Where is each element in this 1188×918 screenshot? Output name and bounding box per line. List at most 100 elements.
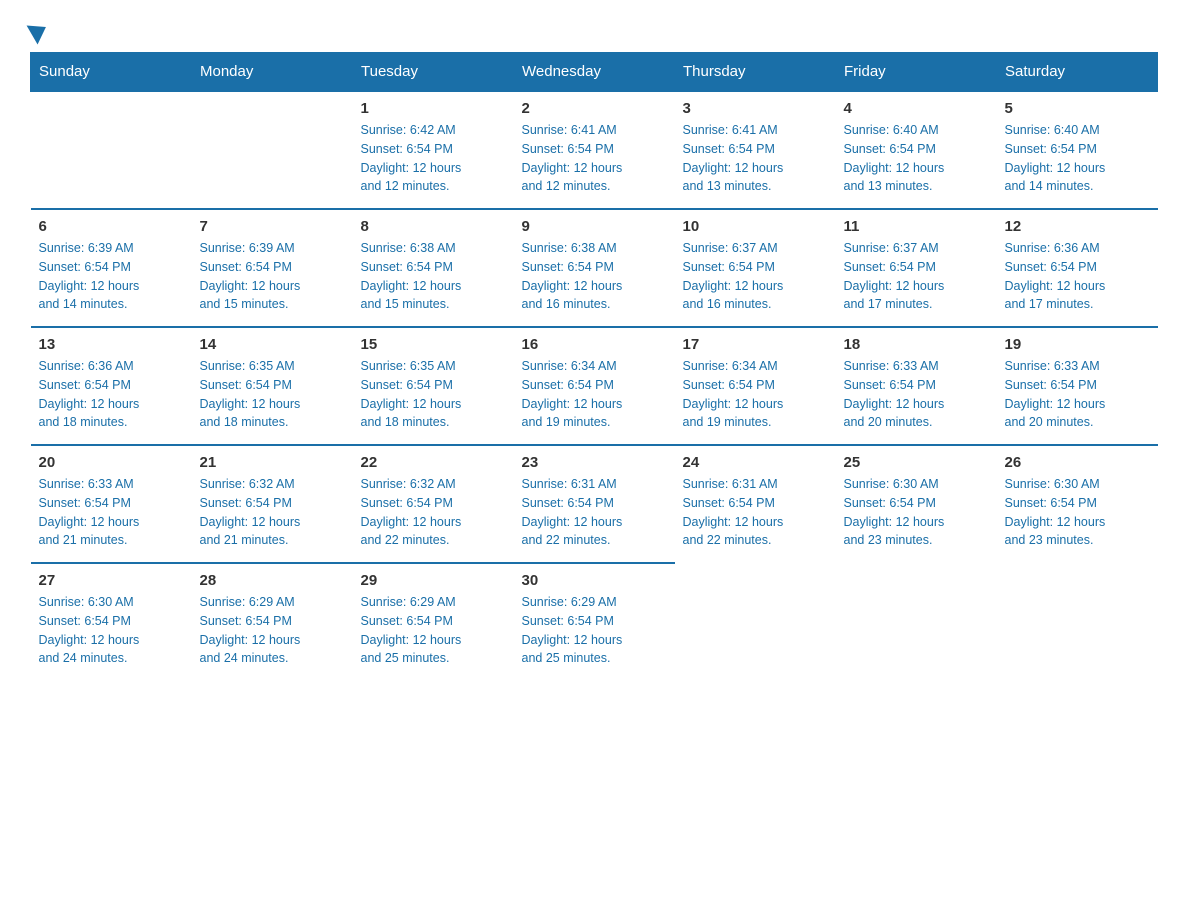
day-info: Sunrise: 6:40 AM Sunset: 6:54 PM Dayligh… [1005,121,1150,196]
calendar-cell [192,91,353,209]
day-info: Sunrise: 6:39 AM Sunset: 6:54 PM Dayligh… [39,239,184,314]
calendar-cell: 7 Sunrise: 6:39 AM Sunset: 6:54 PM Daylig… [192,209,353,327]
day-info: Sunrise: 6:38 AM Sunset: 6:54 PM Dayligh… [522,239,667,314]
day-info: Sunrise: 6:29 AM Sunset: 6:54 PM Dayligh… [361,593,506,668]
calendar-cell: 17 Sunrise: 6:34 AM Sunset: 6:54 PM Dayli… [675,327,836,445]
calendar-cell [836,563,997,680]
calendar-cell: 2 Sunrise: 6:41 AM Sunset: 6:54 PM Daylig… [514,91,675,209]
day-of-week-header: Sunday [31,53,192,92]
calendar-cell: 9 Sunrise: 6:38 AM Sunset: 6:54 PM Daylig… [514,209,675,327]
day-info: Sunrise: 6:40 AM Sunset: 6:54 PM Dayligh… [844,121,989,196]
day-number: 13 [39,336,184,353]
day-number: 18 [844,336,989,353]
day-number: 29 [361,572,506,589]
day-number: 3 [683,100,828,117]
calendar-cell: 13 Sunrise: 6:36 AM Sunset: 6:54 PM Dayli… [31,327,192,445]
calendar-cell: 19Sunrise: 6:33 AM Sunset: 6:54 PM Dayli… [997,327,1158,445]
day-number: 12 [1005,218,1150,235]
day-number: 14 [200,336,345,353]
day-number: 15 [361,336,506,353]
day-number: 23 [522,454,667,471]
day-number: 4 [844,100,989,117]
day-number: 26 [1005,454,1150,471]
day-info: Sunrise: 6:36 AM Sunset: 6:54 PM Dayligh… [1005,239,1150,314]
day-number: 9 [522,218,667,235]
day-number: 24 [683,454,828,471]
day-info: Sunrise: 6:33 AM Sunset: 6:54 PM Dayligh… [39,475,184,550]
day-number: 16 [522,336,667,353]
day-info: Sunrise: 6:33 AM Sunset: 6:54 PM Dayligh… [844,357,989,432]
day-info: Sunrise: 6:29 AM Sunset: 6:54 PM Dayligh… [522,593,667,668]
calendar-cell: 15 Sunrise: 6:35 AM Sunset: 6:54 PM Dayli… [353,327,514,445]
day-number: 22 [361,454,506,471]
calendar-cell: 21 Sunrise: 6:32 AM Sunset: 6:54 PM Dayli… [192,445,353,563]
day-info: Sunrise: 6:37 AM Sunset: 6:54 PM Dayligh… [683,239,828,314]
calendar-cell: 22 Sunrise: 6:32 AM Sunset: 6:54 PM Dayli… [353,445,514,563]
calendar-cell: 6Sunrise: 6:39 AM Sunset: 6:54 PM Daylig… [31,209,192,327]
logo-name [30,20,48,42]
calendar-cell: 18 Sunrise: 6:33 AM Sunset: 6:54 PM Dayli… [836,327,997,445]
calendar-table: SundayMondayTuesdayWednesdayThursdayFrid… [30,52,1158,680]
day-of-week-header: Tuesday [353,53,514,92]
day-number: 2 [522,100,667,117]
calendar-cell: 11 Sunrise: 6:37 AM Sunset: 6:54 PM Dayli… [836,209,997,327]
calendar-cell: 24 Sunrise: 6:31 AM Sunset: 6:54 PM Dayli… [675,445,836,563]
calendar-cell: 10 Sunrise: 6:37 AM Sunset: 6:54 PM Dayli… [675,209,836,327]
day-number: 1 [361,100,506,117]
day-info: Sunrise: 6:39 AM Sunset: 6:54 PM Dayligh… [200,239,345,314]
calendar-cell: 27Sunrise: 6:30 AM Sunset: 6:54 PM Dayli… [31,563,192,680]
calendar-cell: 28Sunrise: 6:29 AM Sunset: 6:54 PM Dayli… [192,563,353,680]
day-number: 19 [1005,336,1150,353]
day-info: Sunrise: 6:32 AM Sunset: 6:54 PM Dayligh… [361,475,506,550]
calendar-cell: 29 Sunrise: 6:29 AM Sunset: 6:54 PM Dayli… [353,563,514,680]
calendar-cell: 20 Sunrise: 6:33 AM Sunset: 6:54 PM Dayli… [31,445,192,563]
day-info: Sunrise: 6:35 AM Sunset: 6:54 PM Dayligh… [361,357,506,432]
day-number: 20 [39,454,184,471]
day-info: Sunrise: 6:37 AM Sunset: 6:54 PM Dayligh… [844,239,989,314]
calendar-week-row: 27Sunrise: 6:30 AM Sunset: 6:54 PM Dayli… [31,563,1158,680]
calendar-cell [675,563,836,680]
calendar-cell [31,91,192,209]
calendar-cell: 26 Sunrise: 6:30 AM Sunset: 6:54 PM Dayli… [997,445,1158,563]
calendar-cell: 4 Sunrise: 6:40 AM Sunset: 6:54 PM Daylig… [836,91,997,209]
calendar-cell: 16Sunrise: 6:34 AM Sunset: 6:54 PM Dayli… [514,327,675,445]
calendar-cell: 3 Sunrise: 6:41 AM Sunset: 6:54 PM Daylig… [675,91,836,209]
day-info: Sunrise: 6:36 AM Sunset: 6:54 PM Dayligh… [39,357,184,432]
calendar-cell: 8 Sunrise: 6:38 AM Sunset: 6:54 PM Daylig… [353,209,514,327]
day-number: 11 [844,218,989,235]
day-number: 10 [683,218,828,235]
day-of-week-header: Wednesday [514,53,675,92]
day-info: Sunrise: 6:30 AM Sunset: 6:54 PM Dayligh… [39,593,184,668]
calendar-cell: 30Sunrise: 6:29 AM Sunset: 6:54 PM Dayli… [514,563,675,680]
day-number: 21 [200,454,345,471]
logo-arrow-icon [27,17,52,44]
calendar-header-row: SundayMondayTuesdayWednesdayThursdayFrid… [31,53,1158,92]
day-info: Sunrise: 6:31 AM Sunset: 6:54 PM Dayligh… [683,475,828,550]
calendar-cell: 14Sunrise: 6:35 AM Sunset: 6:54 PM Dayli… [192,327,353,445]
day-number: 5 [1005,100,1150,117]
day-info: Sunrise: 6:38 AM Sunset: 6:54 PM Dayligh… [361,239,506,314]
day-info: Sunrise: 6:41 AM Sunset: 6:54 PM Dayligh… [522,121,667,196]
day-of-week-header: Thursday [675,53,836,92]
day-number: 17 [683,336,828,353]
day-of-week-header: Saturday [997,53,1158,92]
calendar-cell [997,563,1158,680]
day-number: 7 [200,218,345,235]
day-number: 28 [200,572,345,589]
calendar-week-row: 13 Sunrise: 6:36 AM Sunset: 6:54 PM Dayli… [31,327,1158,445]
calendar-cell: 23Sunrise: 6:31 AM Sunset: 6:54 PM Dayli… [514,445,675,563]
logo [30,20,48,42]
day-info: Sunrise: 6:42 AM Sunset: 6:54 PM Dayligh… [361,121,506,196]
calendar-cell: 25Sunrise: 6:30 AM Sunset: 6:54 PM Dayli… [836,445,997,563]
day-info: Sunrise: 6:30 AM Sunset: 6:54 PM Dayligh… [1005,475,1150,550]
day-of-week-header: Friday [836,53,997,92]
calendar-week-row: 1 Sunrise: 6:42 AM Sunset: 6:54 PM Daylig… [31,91,1158,209]
calendar-cell: 5 Sunrise: 6:40 AM Sunset: 6:54 PM Daylig… [997,91,1158,209]
day-info: Sunrise: 6:30 AM Sunset: 6:54 PM Dayligh… [844,475,989,550]
calendar-cell: 12 Sunrise: 6:36 AM Sunset: 6:54 PM Dayli… [997,209,1158,327]
day-info: Sunrise: 6:41 AM Sunset: 6:54 PM Dayligh… [683,121,828,196]
calendar-week-row: 6Sunrise: 6:39 AM Sunset: 6:54 PM Daylig… [31,209,1158,327]
day-info: Sunrise: 6:34 AM Sunset: 6:54 PM Dayligh… [683,357,828,432]
day-info: Sunrise: 6:32 AM Sunset: 6:54 PM Dayligh… [200,475,345,550]
day-number: 8 [361,218,506,235]
